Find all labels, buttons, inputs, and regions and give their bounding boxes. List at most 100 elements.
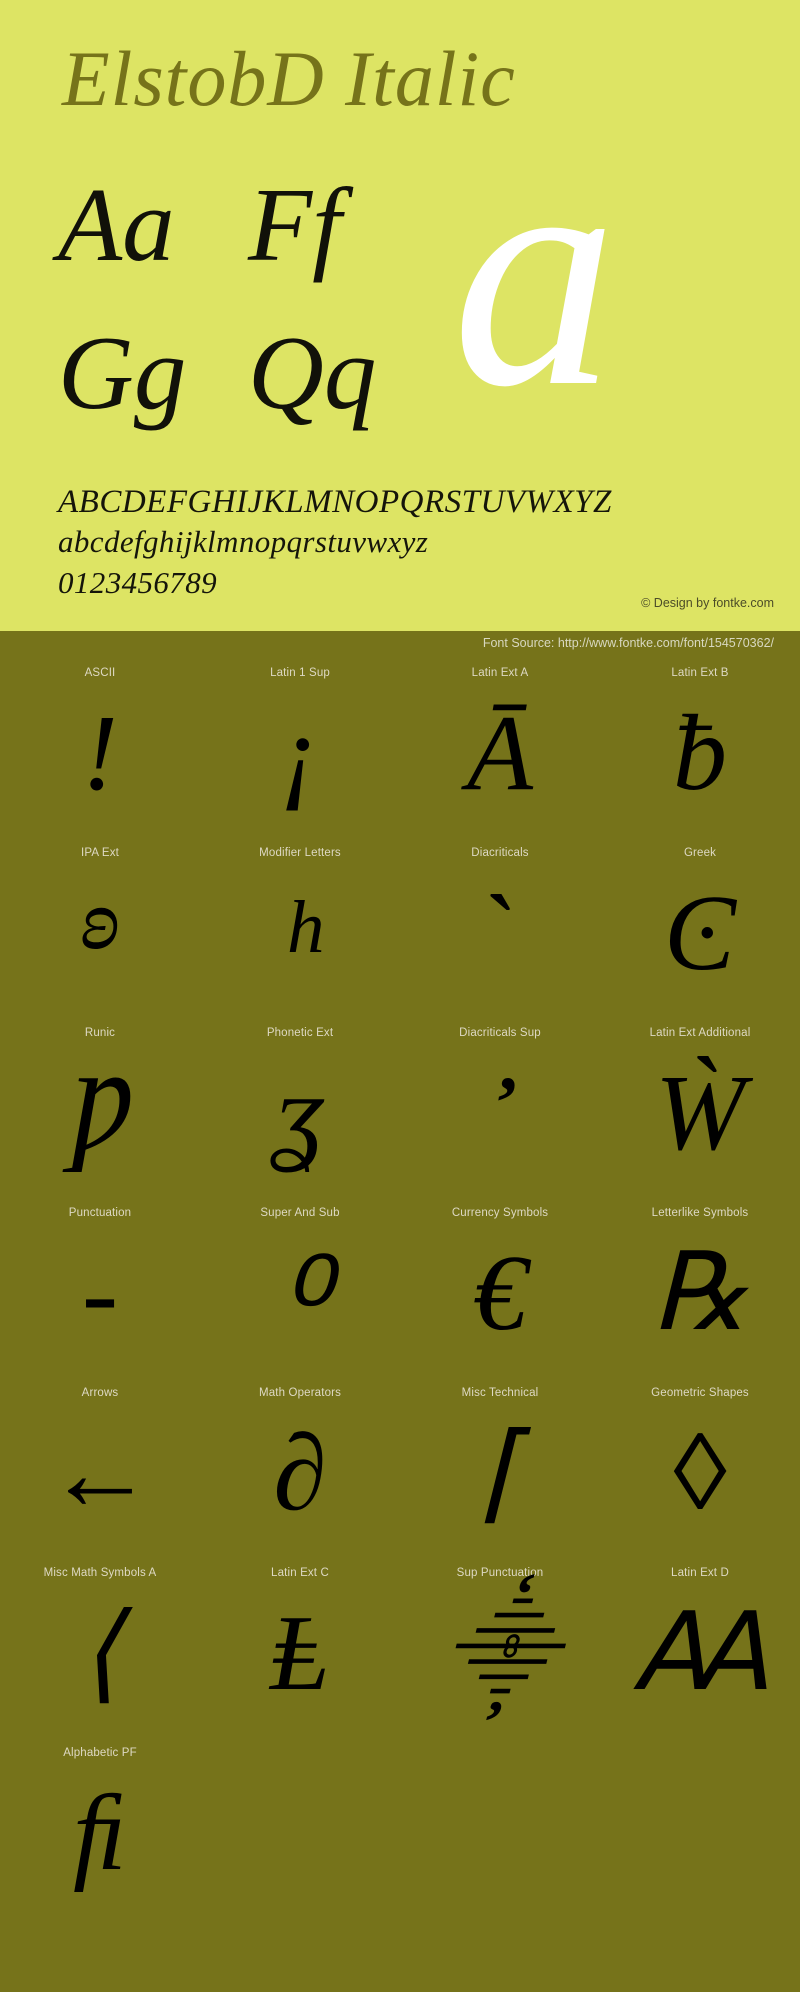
glyph-grid-row: ASCII! Latin 1 Sup ¡ Latin Ext A Ā Latin Ext … <box>0 667 800 847</box>
unicode-block-label: Latin 1 Sup <box>270 667 330 679</box>
unicode-block-cell[interactable]: Punctuation ‐ <box>0 1207 200 1387</box>
unicode-block-cell[interactable]: Math Operators ∂ <box>200 1387 400 1567</box>
unicode-block-cell[interactable]: Diacriticals ˋ <box>400 847 600 1027</box>
unicode-block-glyph: Ꜳ <box>632 1594 768 1713</box>
unicode-block-cell[interactable]: Diacriticals Sup ᾿ <box>400 1027 600 1207</box>
unicode-block-glyph: ◊ <box>673 1414 727 1533</box>
font-source-link[interactable]: Font Source: http://www.fontke.com/font/… <box>483 636 774 650</box>
unicode-block-glyph: ⸎ <box>443 1594 557 1713</box>
letter-pair-aa: Aa <box>58 166 175 283</box>
unicode-block-glyph: ⁰ <box>274 1236 326 1374</box>
unicode-block-label: Modifier Letters <box>259 847 341 859</box>
unicode-block-label: Punctuation <box>68 1207 132 1219</box>
unicode-block-cell[interactable]: Alphabetic PF ﬁ <box>0 1747 200 1937</box>
unicode-block-cell[interactable]: Misc Math Symbols A ⟨ <box>0 1567 200 1747</box>
unicode-block-glyph: ← <box>46 1414 154 1533</box>
unicode-block-label: Latin Ext A <box>471 667 529 679</box>
unicode-block-grid: ASCII! Latin 1 Sup ¡ Latin Ext A Ā Latin Ext … <box>0 659 800 1937</box>
unicode-block-glyph: Ẁ <box>655 1054 745 1173</box>
alphabet-uppercase: ABCDEFGHIJKLMNOPQRSTUVWXYZ <box>58 484 612 520</box>
glyph-grid-row: Misc Math Symbols A ⟨ Latin Ext C Ⱡ Sup Punc… <box>0 1567 800 1747</box>
unicode-block-label: Greek <box>683 847 717 859</box>
unicode-block-cell[interactable]: Misc Technical ⌈ <box>400 1387 600 1567</box>
alphabet-lowercase: abcdefghijklmnopqrstuvwxyz <box>58 524 429 560</box>
unicode-block-label: Runic <box>84 1027 116 1039</box>
unicode-block-glyph: ! <box>82 694 118 813</box>
unicode-block-cell[interactable]: IPA Ext ʚ <box>0 847 200 1027</box>
unicode-block-glyph: ʚ <box>79 871 121 967</box>
unicode-block-glyph: € <box>473 1234 527 1353</box>
unicode-block-label: Arrows <box>81 1387 119 1399</box>
unicode-block-glyph: ¡ <box>278 694 322 813</box>
unicode-block-glyph: ∂ <box>273 1414 327 1533</box>
unicode-block-label: Diacriticals Sup <box>459 1027 541 1039</box>
unicode-block-cell[interactable]: Modifier Letters ʰ <box>200 847 400 1027</box>
letter-pair-qq: Qq <box>248 314 377 431</box>
letter-pair-row: Gg Qq <box>58 314 478 466</box>
unicode-block-glyph: ‐ <box>82 1234 118 1353</box>
unicode-block-cell[interactable]: Currency Symbols € <box>400 1207 600 1387</box>
unicode-block-label: Currency Symbols <box>451 1207 549 1219</box>
unicode-block-label: Math Operators <box>259 1387 341 1399</box>
unicode-block-cell[interactable]: Arrows ← <box>0 1387 200 1567</box>
glyph-grid-row: Punctuation ‐ Super And Sub ⁰ Currency Symbo… <box>0 1207 800 1387</box>
unicode-block-cell[interactable]: Latin Ext A Ā <box>400 667 600 847</box>
unicode-block-glyph: Ͼ <box>663 874 737 993</box>
unicode-block-glyph: Ā <box>467 694 533 813</box>
unicode-block-label: Diacriticals <box>471 847 529 859</box>
unicode-block-glyph: ƀ <box>673 694 727 813</box>
unicode-block-glyph: Ƿ <box>67 1054 133 1173</box>
font-specimen-page: a ElstobD Italic Aa Ff Gg Qq ABCDEFGHIJK… <box>0 0 800 1992</box>
unicode-block-label: Latin Ext D <box>671 1567 729 1579</box>
unicode-block-label: Geometric Shapes <box>651 1387 749 1399</box>
unicode-block-glyph: ᾿ <box>479 1056 521 1194</box>
unicode-block-cell[interactable]: Latin Ext B ƀ <box>600 667 800 847</box>
unicode-block-cell[interactable]: Latin Ext Additional Ẁ <box>600 1027 800 1207</box>
unicode-block-cell[interactable]: Latin Ext C Ⱡ <box>200 1567 400 1747</box>
unicode-block-glyph: ⟨ <box>78 1594 122 1713</box>
unicode-block-cell[interactable]: Letterlike Symbols ℞ <box>600 1207 800 1387</box>
unicode-block-cell[interactable]: Latin Ext D Ꜳ <box>600 1567 800 1747</box>
glyph-grid-row: IPA Ext ʚ Modifier Letters ʰ Diacriticals ˋ Gr… <box>0 847 800 1027</box>
unicode-block-glyph: ʰ <box>282 876 318 1014</box>
glyph-grid-row: Runic Ƿ Phonetic Ext ʓ Diacriticals Sup ᾿ Lati… <box>0 1027 800 1207</box>
unicode-block-cell[interactable]: Geometric Shapes ◊ <box>600 1387 800 1567</box>
unicode-block-label: Latin Ext Additional <box>649 1027 751 1039</box>
unicode-block-label: Misc Technical <box>461 1387 539 1399</box>
unicode-block-label: Misc Math Symbols A <box>43 1567 157 1579</box>
unicode-block-glyph: ℞ <box>651 1234 749 1353</box>
unicode-block-label: Phonetic Ext <box>266 1027 334 1039</box>
unicode-block-label: Latin Ext B <box>671 667 729 679</box>
font-source-bar: Font Source: http://www.fontke.com/font/… <box>0 631 800 659</box>
unicode-block-cell[interactable]: Sup Punctuation ⸎ <box>400 1567 600 1747</box>
unicode-block-glyph: Ⱡ <box>269 1594 331 1713</box>
unicode-block-label: Latin Ext C <box>271 1567 329 1579</box>
font-name-title: ElstobD Italic <box>62 35 516 122</box>
unicode-block-label: IPA Ext <box>81 847 119 859</box>
unicode-block-glyph: ⌈ <box>478 1414 522 1533</box>
unicode-block-cell[interactable]: Latin 1 Sup ¡ <box>200 667 400 847</box>
unicode-block-label: ASCII <box>84 667 116 679</box>
unicode-block-cell[interactable]: Super And Sub ⁰ <box>200 1207 400 1387</box>
unicode-block-label: Super And Sub <box>260 1207 340 1219</box>
unicode-block-glyph: ʓ <box>276 1054 324 1173</box>
digits-sample: 0123456789 <box>58 564 217 600</box>
unicode-block-glyph: ﬁ <box>73 1774 127 1893</box>
letter-pair-row: Aa Ff <box>58 166 478 318</box>
unicode-block-cell[interactable]: Phonetic Ext ʓ <box>200 1027 400 1207</box>
unicode-block-glyph: ˋ <box>482 874 518 993</box>
hero-banner: a ElstobD Italic Aa Ff Gg Qq ABCDEFGHIJK… <box>0 0 800 631</box>
unicode-block-label: Sup Punctuation <box>456 1567 544 1579</box>
copyright-credit: © Design by fontke.com <box>641 596 774 610</box>
alphabet-samples: ABCDEFGHIJKLMNOPQRSTUVWXYZ abcdefghijklm… <box>58 482 612 603</box>
glyph-grid-row: Arrows ← Math Operators ∂ Misc Technical ⌈ Geo… <box>0 1387 800 1567</box>
unicode-block-cell[interactable]: ASCII! <box>0 667 200 847</box>
letter-pair-samples: Aa Ff Gg Qq <box>58 166 478 466</box>
unicode-block-cell[interactable]: Runic Ƿ <box>0 1027 200 1207</box>
unicode-block-label: Alphabetic PF <box>63 1747 137 1759</box>
letter-pair-ff: Ff <box>248 166 342 283</box>
letter-pair-gg: Gg <box>58 314 187 431</box>
unicode-block-cell[interactable]: Greek Ͼ <box>600 847 800 1027</box>
glyph-grid-row: Alphabetic PF ﬁ <box>0 1747 800 1937</box>
unicode-block-label: Letterlike Symbols <box>651 1207 749 1219</box>
